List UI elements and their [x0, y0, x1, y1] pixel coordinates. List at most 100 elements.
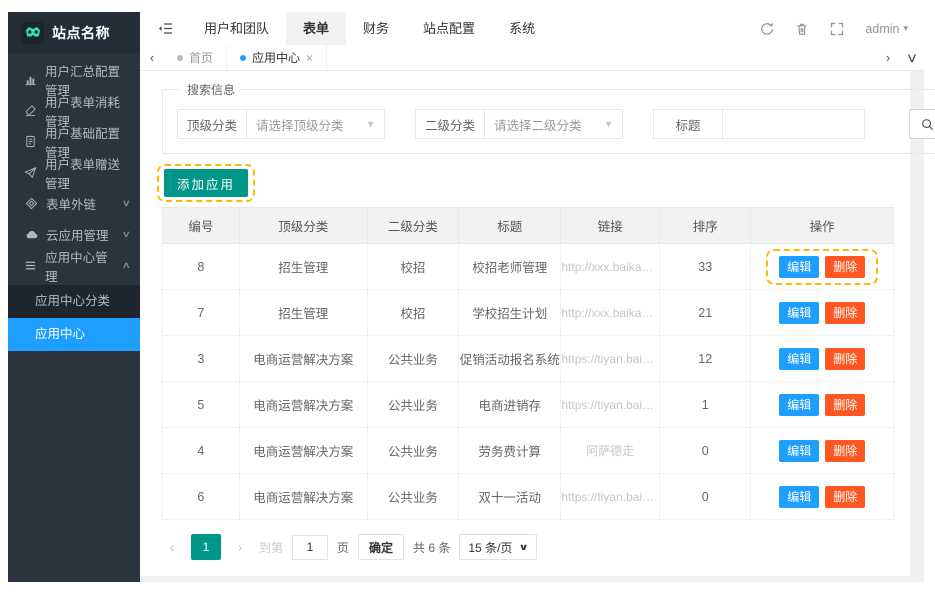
top-nav-item-3[interactable]: 站点配置: [406, 12, 492, 45]
bar-chart-icon: [24, 73, 37, 87]
top-category-label: 顶级分类: [177, 109, 247, 139]
confirm-page-button[interactable]: 确定: [358, 534, 404, 560]
row-sub-category: 公共业务: [367, 474, 458, 520]
row-link[interactable]: http://xxx.baikaoyu…: [561, 290, 660, 336]
row-link[interactable]: http://xxx.baikaoyu…: [561, 244, 660, 290]
table-row: 3电商运营解决方案公共业务促销活动报名系统https://tiyan.baish…: [163, 336, 894, 382]
row-link[interactable]: https://tiyan.baishu…: [561, 336, 660, 382]
top-nav-item-4[interactable]: 系统: [492, 12, 552, 45]
row-sub-category: 公共业务: [367, 336, 458, 382]
chevron-down-icon: ∨: [122, 198, 131, 209]
row-sort: 1: [660, 382, 751, 428]
row-link[interactable]: 阿萨德走: [561, 428, 660, 474]
row-id: 8: [163, 244, 240, 290]
trash-icon[interactable]: [795, 22, 809, 36]
row-id: 5: [163, 382, 240, 428]
refresh-icon[interactable]: [760, 22, 774, 36]
username: admin: [865, 22, 899, 36]
row-actions: 编辑删除: [751, 428, 894, 474]
sidebar-item-4[interactable]: 表单外链∨: [8, 188, 140, 219]
edit-button[interactable]: 编辑: [779, 256, 819, 278]
tab-status-dot: [240, 55, 246, 61]
row-link[interactable]: https://tiyan.baishu…: [561, 474, 660, 520]
prev-page-icon[interactable]: ‹: [162, 534, 182, 560]
sidebar-item-1[interactable]: 用户表单消耗管理: [8, 95, 140, 126]
top-category-placeholder: 请选择顶级分类: [256, 115, 344, 134]
edit-button[interactable]: 编辑: [779, 486, 819, 508]
current-page-button[interactable]: 1: [191, 534, 221, 560]
chevron-down-icon: ∨: [519, 542, 529, 553]
title-label: 标题: [653, 109, 723, 139]
tab-status-dot: [177, 55, 183, 61]
row-actions-group: 编辑删除: [773, 438, 871, 464]
row-link[interactable]: https://tiyan.baishu…: [561, 382, 660, 428]
column-header-5: 排序: [660, 208, 751, 244]
delete-button[interactable]: 删除: [825, 394, 865, 416]
row-actions: 编辑删除: [751, 336, 894, 382]
top-navigation: 用户和团队表单财务站点配置系统: [187, 12, 552, 45]
row-id: 7: [163, 290, 240, 336]
sidebar-item-6[interactable]: 应用中心管理∧: [8, 250, 140, 281]
tabs-scroll-left-icon[interactable]: ‹: [140, 50, 164, 65]
tab-label: 应用中心: [252, 49, 300, 66]
delete-button[interactable]: 删除: [825, 486, 865, 508]
top-category-select[interactable]: 请选择顶级分类 ▼: [247, 109, 385, 139]
top-nav-item-0[interactable]: 用户和团队: [187, 12, 286, 45]
tab-0[interactable]: 首页: [164, 45, 226, 70]
title-input[interactable]: [723, 109, 865, 139]
sidebar-item-0[interactable]: 用户汇总配置管理: [8, 64, 140, 95]
goto-page-input[interactable]: [292, 535, 328, 560]
collapse-menu-icon[interactable]: [158, 22, 173, 35]
sub-category-placeholder: 请选择二级分类: [494, 115, 582, 134]
next-page-icon[interactable]: ›: [230, 534, 250, 560]
table-row: 8招生管理校招校招老师管理http://xxx.baikaoyu…33编辑删除: [163, 244, 894, 290]
goto-label: 到第: [259, 539, 283, 556]
top-nav-item-2[interactable]: 财务: [346, 12, 406, 45]
row-sort: 12: [660, 336, 751, 382]
tab-1[interactable]: 应用中心 ×: [226, 45, 327, 70]
total-count-label: 共 6 条: [413, 539, 450, 556]
sub-category-filter: 二级分类 请选择二级分类 ▼: [415, 109, 623, 139]
delete-button[interactable]: 删除: [825, 348, 865, 370]
sidebar-item-3[interactable]: 用户表单赠送管理: [8, 157, 140, 188]
edit-button[interactable]: 编辑: [779, 440, 819, 462]
top-nav-item-1[interactable]: 表单: [286, 12, 346, 45]
row-actions-group: 编辑删除: [773, 300, 871, 326]
delete-button[interactable]: 删除: [825, 302, 865, 324]
sidebar-subitem-1[interactable]: 应用中心: [8, 318, 140, 351]
sidebar-item-5[interactable]: 云应用管理∨: [8, 219, 140, 250]
user-menu[interactable]: admin ▾: [865, 22, 908, 36]
search-button[interactable]: 搜索: [909, 109, 935, 139]
sub-category-select[interactable]: 请选择二级分类 ▼: [485, 109, 623, 139]
page-size-select[interactable]: 15 条/页 ∨: [459, 534, 536, 560]
site-title: 站点名称: [52, 23, 110, 43]
close-icon[interactable]: ×: [306, 51, 313, 65]
row-top-category: 招生管理: [239, 244, 367, 290]
delete-button[interactable]: 删除: [825, 440, 865, 462]
table-row: 7招生管理校招学校招生计划http://xxx.baikaoyu…21编辑删除: [163, 290, 894, 336]
chevron-up-icon: ∧: [122, 260, 131, 271]
row-actions-group: 编辑删除: [773, 484, 871, 510]
row-actions: 编辑删除: [751, 290, 894, 336]
column-header-4: 链接: [561, 208, 660, 244]
edit-button[interactable]: 编辑: [779, 394, 819, 416]
row-sort: 33: [660, 244, 751, 290]
column-header-3: 标题: [459, 208, 561, 244]
fullscreen-icon[interactable]: [830, 22, 844, 36]
edit-button[interactable]: 编辑: [779, 348, 819, 370]
diamond-link-icon: [24, 197, 38, 211]
sidebar-subitem-0[interactable]: 应用中心分类: [8, 285, 140, 318]
sidebar-item-label: 云应用管理: [46, 225, 109, 244]
sidebar-submenu: 应用中心分类应用中心: [8, 285, 140, 351]
row-top-category: 电商运营解决方案: [239, 428, 367, 474]
add-app-button[interactable]: 添加应用: [164, 169, 248, 197]
tabs-menu-icon[interactable]: ∨: [896, 50, 927, 66]
delete-button[interactable]: 删除: [825, 256, 865, 278]
logo[interactable]: 站点名称: [8, 12, 140, 54]
column-header-0: 编号: [163, 208, 240, 244]
edit-button[interactable]: 编辑: [779, 302, 819, 324]
cloud-icon: [24, 228, 38, 242]
sidebar-item-2[interactable]: 用户基础配置管理: [8, 126, 140, 157]
add-app-wrapper: 添加应用: [164, 169, 248, 197]
row-sub-category: 公共业务: [367, 428, 458, 474]
